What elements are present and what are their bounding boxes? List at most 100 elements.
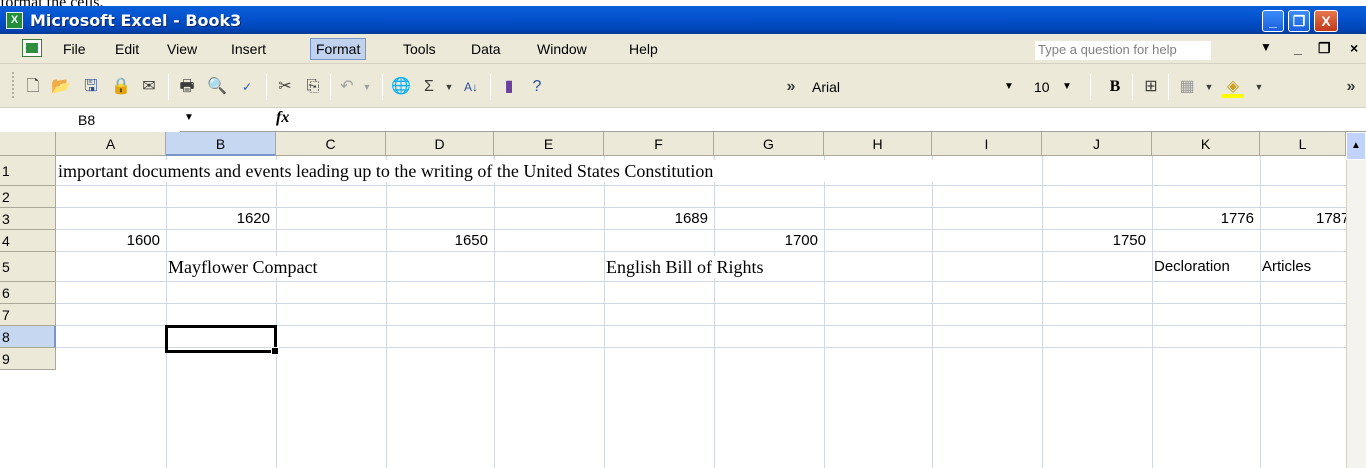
workbook-close-button[interactable]: × [1350, 40, 1358, 56]
row-header-9[interactable]: 9 [0, 348, 56, 370]
menu-insert[interactable]: Insert [226, 40, 271, 60]
column-header-j[interactable]: J [1042, 132, 1152, 156]
font-name-value: Arial [812, 79, 841, 95]
column-header-g[interactable]: G [714, 132, 824, 156]
open-folder-icon[interactable]: 📂 [50, 76, 72, 98]
column-header-h[interactable]: H [824, 132, 932, 156]
cell-b3[interactable]: 1620 [166, 208, 270, 230]
undo-icon[interactable]: ↶ [336, 76, 358, 98]
fill-color-icon[interactable]: ◈ [1222, 76, 1244, 98]
toolbar-separator [168, 74, 169, 100]
cut-icon[interactable]: ✂ [274, 76, 296, 98]
fill-color-dropdown-icon[interactable]: ▼ [1248, 76, 1270, 98]
vertical-scrollbar[interactable] [1346, 132, 1366, 468]
cell-f3[interactable]: 1689 [604, 208, 708, 230]
help-icon[interactable]: ? [526, 76, 548, 98]
autosum-icon[interactable]: Σ [418, 76, 440, 98]
window-title-bar[interactable]: X Microsoft Excel - Book3 _ ❐ X [0, 6, 1366, 34]
formula-bar: B8 ▼ fx [0, 108, 1366, 132]
font-size-select[interactable]: 10 ▼ [1020, 76, 1080, 98]
more-format-buttons-icon[interactable]: » [1340, 76, 1362, 98]
column-header-c[interactable]: C [276, 132, 386, 156]
cell-l5[interactable]: Articles [1262, 256, 1346, 278]
cell-d4[interactable]: 1650 [386, 230, 488, 252]
menu-window[interactable]: Window [532, 40, 592, 60]
cell-a1[interactable]: important documents and events leading u… [58, 160, 988, 182]
menu-edit[interactable]: Edit [110, 40, 144, 60]
undo-dropdown-icon[interactable]: ▼ [356, 76, 378, 98]
cell-f5[interactable]: English Bill of Rights [606, 256, 822, 278]
row-header-3[interactable]: 3 [0, 208, 56, 230]
column-header-f[interactable]: F [604, 132, 714, 156]
minimize-button[interactable]: _ [1262, 10, 1284, 32]
restore-button[interactable]: ❐ [1288, 10, 1310, 32]
row-header-7[interactable]: 7 [0, 304, 56, 326]
excel-app-icon[interactable]: X [6, 12, 23, 29]
autosum-dropdown-icon[interactable]: ▼ [438, 76, 460, 98]
column-header-b[interactable]: B [166, 132, 276, 156]
select-all-corner[interactable] [0, 132, 56, 156]
chart-wizard-icon[interactable]: ▮ [498, 76, 520, 98]
cell-j4[interactable]: 1750 [1042, 230, 1146, 252]
copy-icon[interactable]: ⎘ [302, 76, 324, 98]
column-header-k[interactable]: K [1152, 132, 1260, 156]
hyperlink-icon[interactable]: 🌐 [390, 76, 412, 98]
print-preview-icon[interactable]: 🔍 [206, 76, 228, 98]
name-box[interactable]: B8 [0, 108, 180, 132]
email-icon[interactable]: ✉ [138, 76, 160, 98]
column-header-d[interactable]: D [386, 132, 494, 156]
font-size-dropdown-icon[interactable]: ▼ [1062, 76, 1072, 98]
row-header-1[interactable]: 1 [0, 156, 56, 186]
row-header-4[interactable]: 4 [0, 230, 56, 252]
toolbar-grip[interactable] [12, 72, 15, 98]
window-title: Microsoft Excel - Book3 [30, 11, 242, 30]
active-cell-b8[interactable] [165, 325, 279, 355]
menu-data[interactable]: Data [466, 40, 506, 60]
row-header-6[interactable]: 6 [0, 282, 56, 304]
more-buttons-icon[interactable]: » [780, 76, 802, 98]
toolbar-separator [330, 74, 331, 100]
row-header-5[interactable]: 5 [0, 252, 56, 282]
column-header-l[interactable]: L [1260, 132, 1346, 156]
toolbar-separator [1090, 74, 1091, 100]
standard-toolbar: 🗋 📂 🖫 🔒 ✉ 🖶 🔍 ✓ ✂ ⎘ ↶ ▼ 🌐 Σ ▼ A↓ ▮ ? » A… [0, 64, 1366, 108]
merge-center-icon[interactable]: ⊞ [1140, 76, 1162, 98]
menu-tools[interactable]: Tools [398, 40, 441, 60]
formula-input[interactable] [300, 108, 1366, 132]
close-button[interactable]: X [1314, 10, 1338, 32]
cell-k3[interactable]: 1776 [1152, 208, 1254, 230]
cell-b5[interactable]: Mayflower Compact [168, 256, 386, 278]
workbook-icon[interactable] [22, 39, 42, 57]
spelling-icon[interactable]: ✓ [236, 76, 258, 98]
menu-help[interactable]: Help [624, 40, 663, 60]
cell-k5[interactable]: Decloration [1154, 256, 1259, 278]
column-header-a[interactable]: A [56, 132, 166, 156]
bold-button[interactable]: B [1104, 76, 1126, 98]
cell-l3[interactable]: 1787 [1260, 208, 1346, 230]
cell-a4[interactable]: 1600 [56, 230, 160, 252]
cell-g4[interactable]: 1700 [714, 230, 818, 252]
insert-function-icon[interactable]: fx [276, 109, 289, 127]
font-name-select[interactable]: Arial ▼ [808, 76, 1018, 98]
new-file-icon[interactable]: 🗋 [22, 76, 44, 98]
row-header-2[interactable]: 2 [0, 186, 56, 208]
help-dropdown-icon[interactable]: ▼ [1260, 40, 1272, 54]
row-header-8[interactable]: 8 [0, 326, 56, 348]
column-header-i[interactable]: I [932, 132, 1042, 156]
sort-ascending-icon[interactable]: A↓ [460, 76, 482, 98]
workbook-restore-button[interactable]: ❐ [1318, 40, 1331, 57]
help-search-input[interactable]: Type a question for help [1035, 41, 1211, 60]
scroll-up-button[interactable]: ▲ [1346, 132, 1366, 160]
menu-view[interactable]: View [162, 40, 202, 60]
permission-icon[interactable]: 🔒 [110, 76, 132, 98]
name-box-dropdown-icon[interactable]: ▼ [184, 112, 194, 123]
menu-format[interactable]: Format [310, 38, 367, 60]
borders-icon[interactable]: ▦ [1176, 76, 1198, 98]
workbook-minimize-button[interactable]: _ [1294, 40, 1302, 56]
font-dropdown-icon[interactable]: ▼ [1004, 76, 1014, 98]
menu-file[interactable]: File [58, 40, 91, 60]
save-icon[interactable]: 🖫 [80, 76, 102, 98]
column-header-e[interactable]: E [494, 132, 604, 156]
print-icon[interactable]: 🖶 [176, 76, 198, 98]
borders-dropdown-icon[interactable]: ▼ [1198, 76, 1220, 98]
